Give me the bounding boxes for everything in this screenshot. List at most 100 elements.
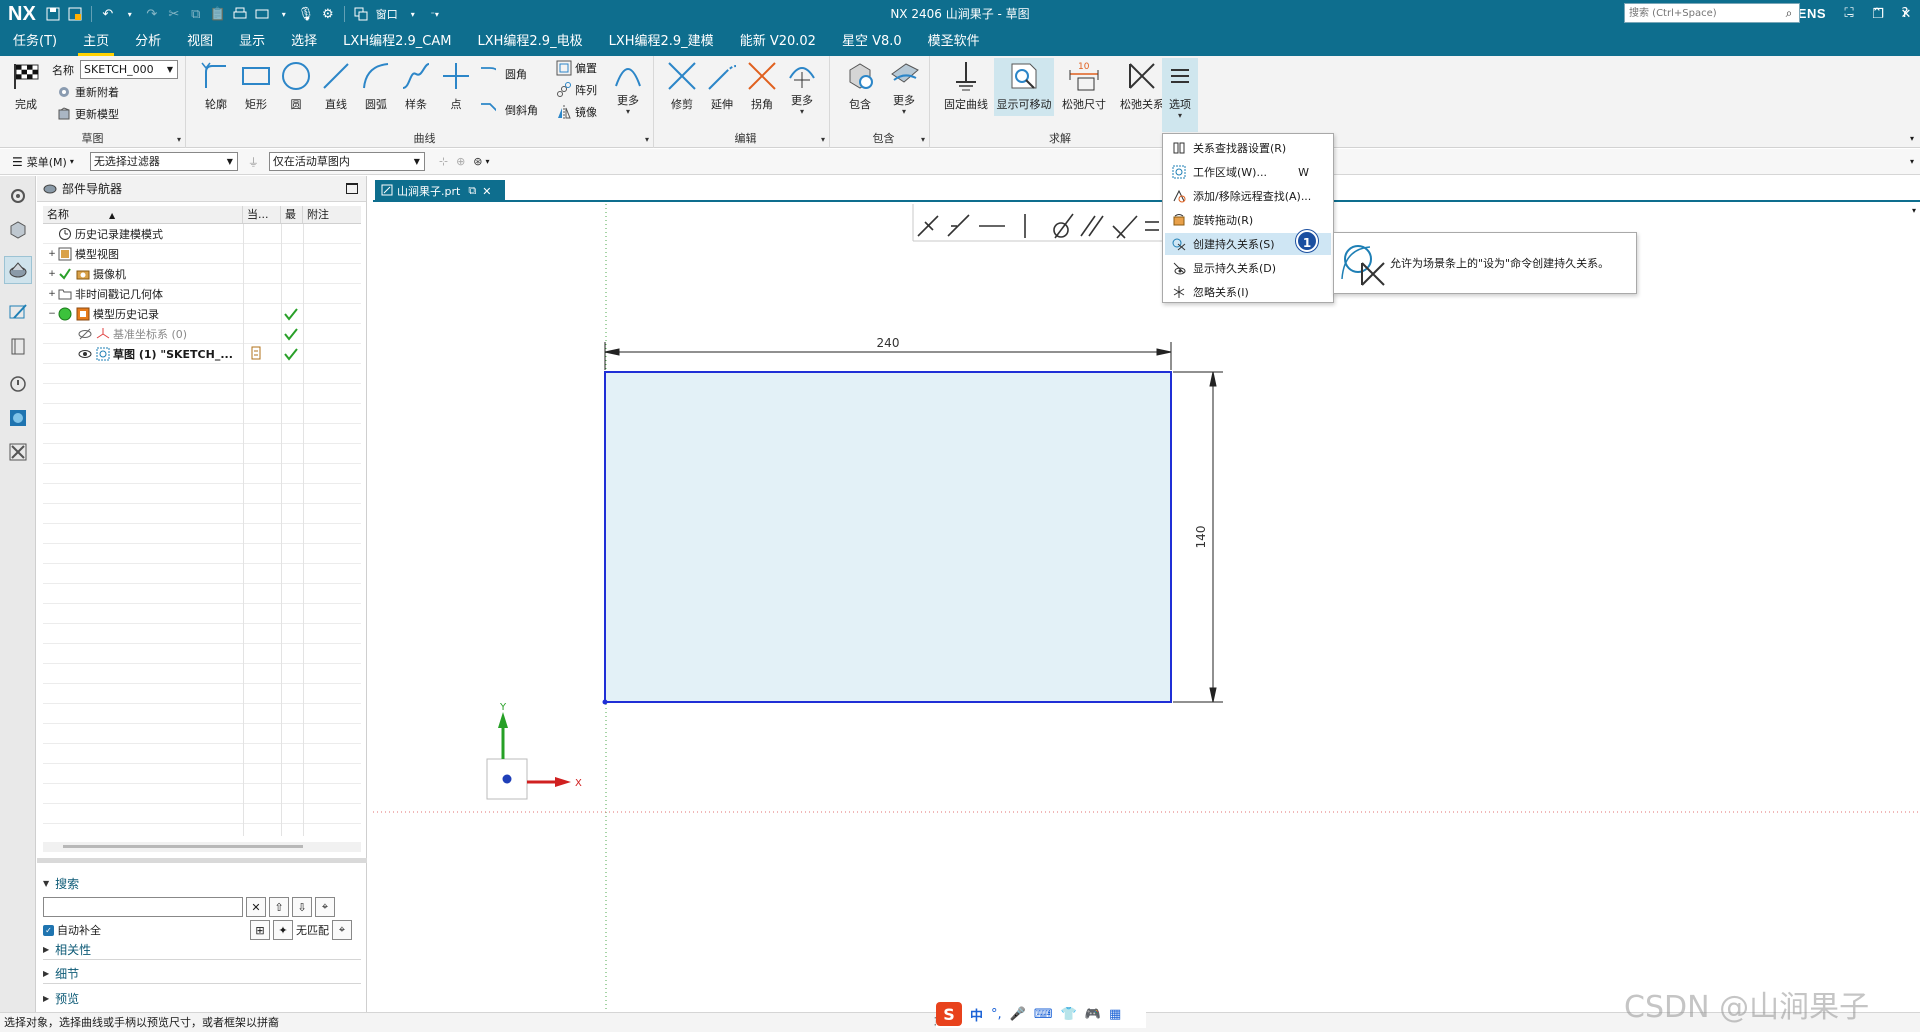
- clear-search-button[interactable]: ✕: [246, 897, 266, 917]
- rectangle-corner-point[interactable]: [602, 699, 608, 705]
- ribbon-tab[interactable]: 视图: [174, 30, 226, 56]
- show-movable-button[interactable]: 显示可移动: [994, 58, 1054, 116]
- equal-relation-icon[interactable]: [1145, 221, 1159, 231]
- height-dimension-value[interactable]: 140: [1194, 526, 1208, 549]
- tree-expander[interactable]: +: [47, 269, 57, 279]
- nx-logo[interactable]: NX: [0, 3, 44, 26]
- ribbon-tab[interactable]: 能新 V20.02: [727, 30, 829, 56]
- main-menu-button[interactable]: 菜单(M): [27, 154, 67, 170]
- menu-item-show-persistent-relations[interactable]: 显示持久关系(D): [1165, 257, 1331, 279]
- voice-input-icon[interactable]: 🎤: [1010, 1007, 1026, 1022]
- sketch-navigator-icon[interactable]: [4, 298, 32, 326]
- curve-more-button[interactable]: 更多 ▾: [608, 58, 648, 116]
- details-panel-header[interactable]: ▶ 细节: [43, 964, 361, 984]
- tangent-relation-icon[interactable]: [947, 214, 970, 237]
- ribbon-tab[interactable]: 分析: [122, 30, 174, 56]
- coordinate-triad[interactable]: [486, 712, 571, 800]
- parallel-relation-icon[interactable]: [1080, 215, 1104, 237]
- selbar-overflow-icon[interactable]: ▾: [1910, 157, 1914, 166]
- search-highlight-button[interactable]: ✦: [273, 920, 293, 940]
- window-menu[interactable]: 窗口: [374, 6, 400, 22]
- tree-expander[interactable]: +: [47, 249, 57, 259]
- redo-icon[interactable]: ↷: [143, 5, 161, 23]
- column-name[interactable]: 名称 ▲: [43, 206, 243, 223]
- document-tab[interactable]: 山涧果子.prt ⧉ ✕: [375, 180, 505, 202]
- menu-item-remote-find[interactable]: 添加/移除远程查找(A)...: [1165, 185, 1331, 207]
- sketch-canvas[interactable]: 240 140 Y X: [373, 204, 1920, 1012]
- ribbon-tab[interactable]: 任务(T): [0, 30, 70, 56]
- display-icon[interactable]: [253, 5, 271, 23]
- save-icon[interactable]: [44, 5, 62, 23]
- contain-button[interactable]: 包含: [840, 58, 880, 116]
- column-current[interactable]: 当...: [243, 206, 281, 223]
- offset-button[interactable]: 偏置: [556, 58, 597, 78]
- mirror-button[interactable]: 镜像: [556, 102, 597, 122]
- process-studio-icon[interactable]: [4, 438, 32, 466]
- search-up-button[interactable]: ⇧: [269, 897, 289, 917]
- ribbon-tab[interactable]: 模圣软件: [915, 30, 993, 56]
- autocomplete-checkbox[interactable]: ✓: [43, 924, 54, 936]
- ribbon-tab[interactable]: 显示: [226, 30, 278, 56]
- scrollbar-thumb[interactable]: [63, 845, 303, 848]
- tree-row[interactable]: 基准坐标系 (0): [43, 324, 361, 344]
- snap-point-icon[interactable]: ⊹: [439, 155, 448, 168]
- extend-button[interactable]: 延伸: [702, 58, 742, 116]
- fix-curve-button[interactable]: 固定曲线: [938, 58, 994, 116]
- group-dropdown-icon[interactable]: ▾: [177, 135, 181, 144]
- search-target-button[interactable]: ⌖: [332, 920, 352, 940]
- trim-button[interactable]: 修剪: [662, 58, 702, 116]
- fillet-button[interactable]: 圆角: [480, 64, 527, 84]
- help-icon[interactable]: ?: [1896, 4, 1914, 22]
- ribbon-tab[interactable]: 主页: [70, 30, 122, 56]
- cut-icon[interactable]: ✂: [165, 5, 183, 23]
- line-button[interactable]: 直线: [316, 58, 356, 116]
- spline-button[interactable]: 样条: [396, 58, 436, 116]
- window-dropdown-icon[interactable]: ▾: [404, 5, 422, 23]
- copy-icon[interactable]: ⧉: [187, 5, 205, 23]
- triad-origin-point[interactable]: [502, 774, 512, 784]
- tree-expander[interactable]: +: [47, 289, 57, 299]
- relax-dimension-button[interactable]: 10 松弛尺寸: [1056, 58, 1112, 116]
- preview-panel-header[interactable]: ▶ 预览: [43, 988, 361, 1008]
- maximize-icon[interactable]: [346, 183, 358, 194]
- history-icon[interactable]: [4, 370, 32, 398]
- web-browser-icon[interactable]: [4, 404, 32, 432]
- save-all-icon[interactable]: [66, 5, 84, 23]
- game-icon[interactable]: 🎮: [1085, 1007, 1101, 1022]
- ribbon-tab[interactable]: LXH编程2.9_电极: [464, 30, 595, 56]
- tree-row[interactable]: + 模型视图: [43, 244, 361, 264]
- undo-icon[interactable]: ↶: [99, 5, 117, 23]
- perpendicular-relation-icon[interactable]: [917, 215, 939, 237]
- reattach-button[interactable]: 重新附着: [56, 82, 119, 102]
- print-icon[interactable]: [231, 5, 249, 23]
- window-icon[interactable]: [352, 5, 370, 23]
- tree-row[interactable]: 草图 (1) "SKETCH_...: [43, 344, 361, 364]
- panel-splitter[interactable]: [37, 858, 367, 863]
- fullscreen-icon[interactable]: ⛶: [1840, 4, 1858, 22]
- ribbon-tab[interactable]: 选择: [278, 30, 330, 56]
- selection-scope-select[interactable]: 仅在活动草图内 ▼: [268, 152, 425, 171]
- part-navigator-icon[interactable]: [4, 256, 32, 284]
- navigator-search-input[interactable]: [43, 897, 243, 917]
- point-button[interactable]: 点: [436, 58, 476, 116]
- circle-button[interactable]: 圆: [276, 58, 316, 116]
- skin-icon[interactable]: 👕: [1061, 1007, 1077, 1022]
- ribbon-overflow-icon[interactable]: ▾: [1910, 134, 1914, 143]
- customize-icon[interactable]: ⁼▾: [426, 5, 444, 23]
- ribbon-tab[interactable]: LXH编程2.9_CAM: [330, 30, 464, 56]
- options-button[interactable]: 选项 ▾: [1162, 58, 1198, 132]
- ime-language[interactable]: 中: [970, 1005, 983, 1024]
- settings-icon[interactable]: [4, 182, 32, 210]
- menu-item-work-region[interactable]: 工作区域(W)... W: [1165, 161, 1331, 183]
- paste-icon[interactable]: 📋: [209, 5, 227, 23]
- ribbon-tab[interactable]: LXH编程2.9_建模: [596, 30, 727, 56]
- tree-row[interactable]: − 模型历史记录: [43, 304, 361, 324]
- horizontal-scrollbar[interactable]: [43, 842, 361, 852]
- menu-item-relation-finder-settings[interactable]: 关系查找器设置(R): [1165, 137, 1331, 159]
- tree-row[interactable]: 历史记录建模模式: [43, 224, 361, 244]
- search-panel-header[interactable]: ▼ 搜索: [43, 873, 361, 893]
- pin-icon[interactable]: ⧉: [468, 184, 476, 198]
- toolbox-icon[interactable]: ▦: [1109, 1007, 1121, 1022]
- group-dropdown-icon[interactable]: ▾: [645, 135, 649, 144]
- tree-row[interactable]: + 非时间戳记几何体: [43, 284, 361, 304]
